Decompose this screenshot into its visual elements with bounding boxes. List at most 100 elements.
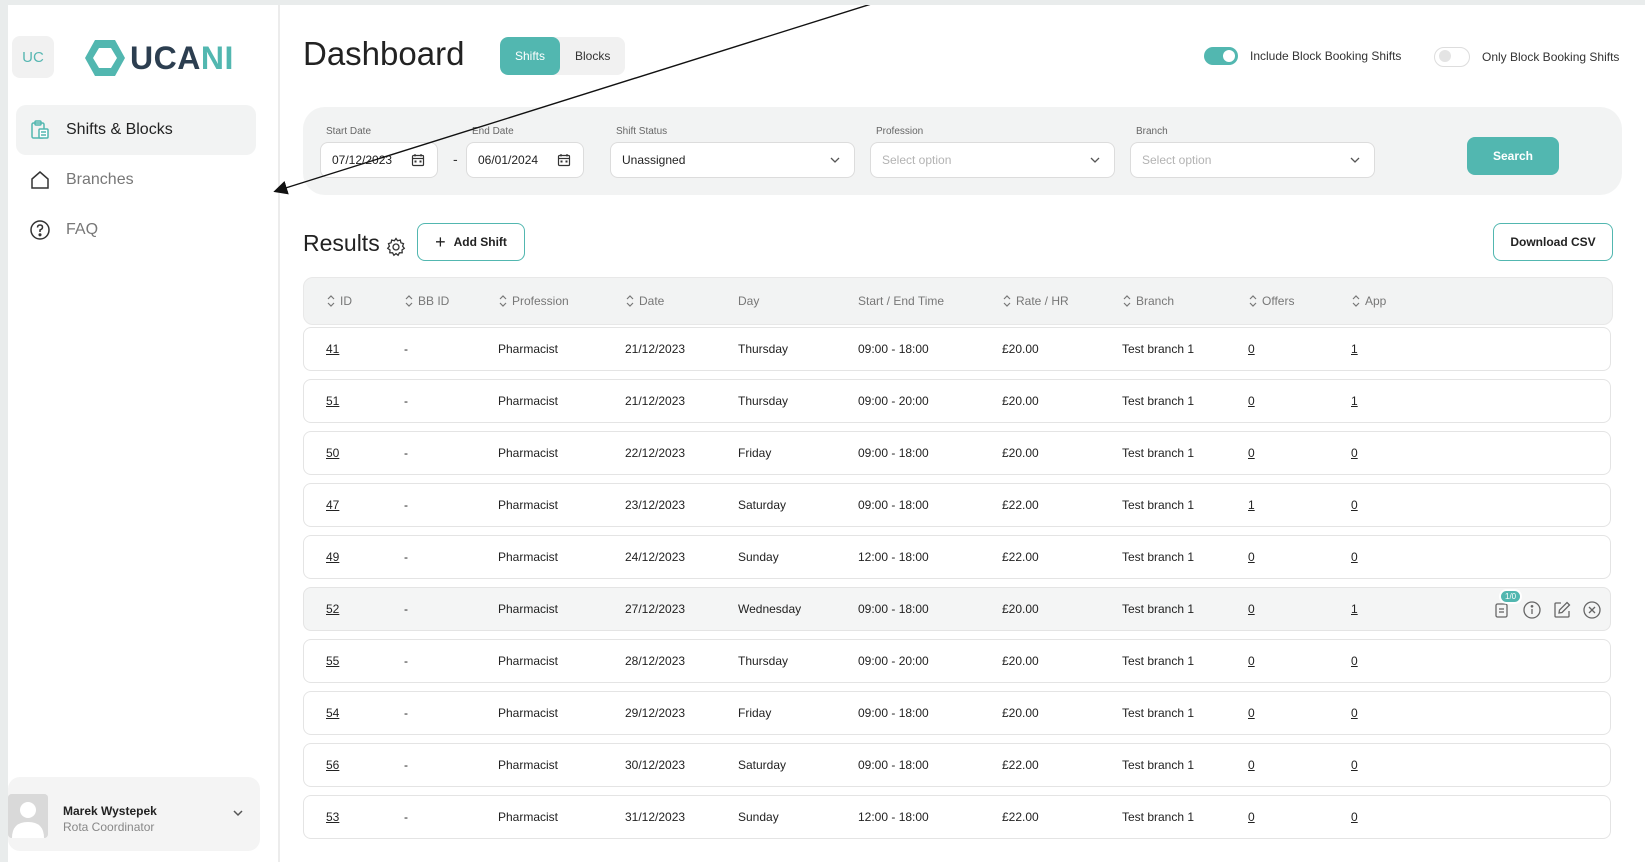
cell-app[interactable]: 0 xyxy=(1351,654,1358,668)
cell-app[interactable]: 0 xyxy=(1351,498,1358,512)
sort-icon[interactable] xyxy=(498,294,508,308)
cell-app[interactable]: 1 xyxy=(1351,394,1358,408)
cell-id[interactable]: 50 xyxy=(326,446,339,460)
table-row[interactable]: 56 - Pharmacist 30/12/2023 Saturday 09:00 - 1… xyxy=(303,743,1611,787)
cell-app[interactable]: 1 xyxy=(1351,602,1358,616)
shift-status-select[interactable]: Unassigned xyxy=(610,142,855,178)
column-header[interactable]: Profession xyxy=(498,294,569,308)
start-date-field[interactable]: 07/12/2023 xyxy=(320,142,438,178)
column-header[interactable]: App xyxy=(1351,294,1386,308)
download-csv-button[interactable]: Download CSV xyxy=(1493,223,1613,261)
sort-icon[interactable] xyxy=(1248,294,1258,308)
toggle-switch-off[interactable] xyxy=(1434,47,1470,67)
cell-offers[interactable]: 0 xyxy=(1248,342,1255,356)
user-menu[interactable]: Marek Wystepek Rota Coordinator xyxy=(8,777,260,851)
table-row[interactable]: 51 - Pharmacist 21/12/2023 Thursday 09:00 - 2… xyxy=(303,379,1611,423)
table-row[interactable]: 50 - Pharmacist 22/12/2023 Friday 09:00 - 18:… xyxy=(303,431,1611,475)
add-shift-button[interactable]: + Add Shift xyxy=(417,223,525,261)
column-header[interactable]: Branch xyxy=(1122,294,1174,308)
cell-date: 24/12/2023 xyxy=(625,550,686,564)
sort-icon[interactable] xyxy=(1002,294,1012,308)
table-row[interactable]: 47 - Pharmacist 23/12/2023 Saturday 09:00 - 1… xyxy=(303,483,1611,527)
sidebar-item-faq[interactable]: FAQ xyxy=(16,205,256,255)
column-header[interactable]: BB ID xyxy=(404,294,449,308)
toggle-switch-on[interactable] xyxy=(1204,47,1238,65)
applications-badge: 1/0 xyxy=(1499,589,1523,604)
cancel-icon[interactable] xyxy=(1582,600,1602,620)
cell-id[interactable]: 55 xyxy=(326,654,339,668)
table-row[interactable]: 41 - Pharmacist 21/12/2023 Thursday 09:00 - 1… xyxy=(303,327,1611,371)
chevron-down-icon[interactable] xyxy=(230,805,246,821)
cell-id[interactable]: 54 xyxy=(326,706,339,720)
cell-offers[interactable]: 1 xyxy=(1248,498,1255,512)
cell-id[interactable]: 52 xyxy=(326,602,339,616)
cell-time: 09:00 - 18:00 xyxy=(858,602,929,616)
cell-app[interactable]: 0 xyxy=(1351,446,1358,460)
column-header[interactable]: Date xyxy=(625,294,664,308)
uc-badge[interactable]: UC xyxy=(12,36,54,78)
cell-time: 09:00 - 20:00 xyxy=(858,394,929,408)
cell-offers[interactable]: 0 xyxy=(1248,602,1255,616)
column-header-label: Day xyxy=(738,294,760,308)
profession-select[interactable]: Select option xyxy=(870,142,1115,178)
column-header[interactable]: Offers xyxy=(1248,294,1294,308)
gear-icon[interactable] xyxy=(386,237,406,257)
cell-offers[interactable]: 0 xyxy=(1248,706,1255,720)
column-header[interactable]: ID xyxy=(326,294,352,308)
cell-offers[interactable]: 0 xyxy=(1248,446,1255,460)
column-header[interactable]: Rate / HR xyxy=(1002,294,1069,308)
row-actions: 1/0 xyxy=(1492,589,1602,620)
sort-icon[interactable] xyxy=(625,294,635,308)
cell-id[interactable]: 41 xyxy=(326,342,339,356)
cell-app[interactable]: 0 xyxy=(1351,550,1358,564)
cell-id[interactable]: 51 xyxy=(326,394,339,408)
cell-app[interactable]: 0 xyxy=(1351,758,1358,772)
copy-icon[interactable]: 1/0 xyxy=(1492,589,1523,620)
cell-profession: Pharmacist xyxy=(498,654,559,668)
cell-app[interactable]: 0 xyxy=(1351,810,1358,824)
ucani-logo[interactable]: UCANI xyxy=(84,36,234,80)
cell-id[interactable]: 49 xyxy=(326,550,339,564)
cell-app[interactable]: 0 xyxy=(1351,706,1358,720)
cell-offers[interactable]: 0 xyxy=(1248,758,1255,772)
sort-icon[interactable] xyxy=(404,294,414,308)
table-row[interactable]: 53 - Pharmacist 31/12/2023 Sunday 12:00 - 18:… xyxy=(303,795,1611,839)
calendar-icon[interactable] xyxy=(557,153,571,167)
sidebar-item-shifts-blocks[interactable]: Shifts & Blocks xyxy=(16,105,256,155)
cell-rate: £20.00 xyxy=(1002,394,1039,408)
column-header-label: Date xyxy=(639,294,665,308)
edit-icon[interactable] xyxy=(1552,600,1572,620)
table-row[interactable]: 49 - Pharmacist 24/12/2023 Sunday 12:00 - 18:… xyxy=(303,535,1611,579)
tab-shifts[interactable]: Shifts xyxy=(500,37,561,75)
end-date-field[interactable]: 06/01/2024 xyxy=(466,142,584,178)
cell-id[interactable]: 53 xyxy=(326,810,339,824)
cell-id[interactable]: 47 xyxy=(326,498,339,512)
sort-icon[interactable] xyxy=(1351,294,1361,308)
only-block-booking-toggle[interactable]: Only Block Booking Shifts xyxy=(1434,47,1619,67)
cell-time: 09:00 - 18:00 xyxy=(858,498,929,512)
cell-offers[interactable]: 0 xyxy=(1248,394,1255,408)
sidebar-item-label: Branches xyxy=(66,171,134,188)
sort-icon[interactable] xyxy=(326,294,336,308)
cell-offers[interactable]: 0 xyxy=(1248,654,1255,668)
cell-time: 09:00 - 20:00 xyxy=(858,654,929,668)
cell-day: Thursday xyxy=(738,654,789,668)
cell-bbid: - xyxy=(404,706,408,720)
toggle-label: Include Block Booking Shifts xyxy=(1250,49,1402,63)
search-button[interactable]: Search xyxy=(1467,137,1559,175)
sort-icon[interactable] xyxy=(1122,294,1132,308)
cell-offers[interactable]: 0 xyxy=(1248,550,1255,564)
include-block-booking-toggle[interactable]: Include Block Booking Shifts xyxy=(1204,47,1401,65)
table-row[interactable]: 55 - Pharmacist 28/12/2023 Thursday 09:00 - 2… xyxy=(303,639,1611,683)
table-row[interactable]: 52 - Pharmacist 27/12/2023 Wednesday 09:00 - … xyxy=(303,587,1611,631)
tab-blocks[interactable]: Blocks xyxy=(560,37,625,75)
branch-select[interactable]: Select option xyxy=(1130,142,1375,178)
info-icon[interactable] xyxy=(1522,600,1542,620)
cell-app[interactable]: 1 xyxy=(1351,342,1358,356)
sidebar-item-branches[interactable]: Branches xyxy=(16,155,256,205)
calendar-icon[interactable] xyxy=(411,153,425,167)
cell-offers[interactable]: 0 xyxy=(1248,810,1255,824)
logo-suffix: NI xyxy=(200,39,234,76)
table-row[interactable]: 54 - Pharmacist 29/12/2023 Friday 09:00 - 18:… xyxy=(303,691,1611,735)
cell-id[interactable]: 56 xyxy=(326,758,339,772)
